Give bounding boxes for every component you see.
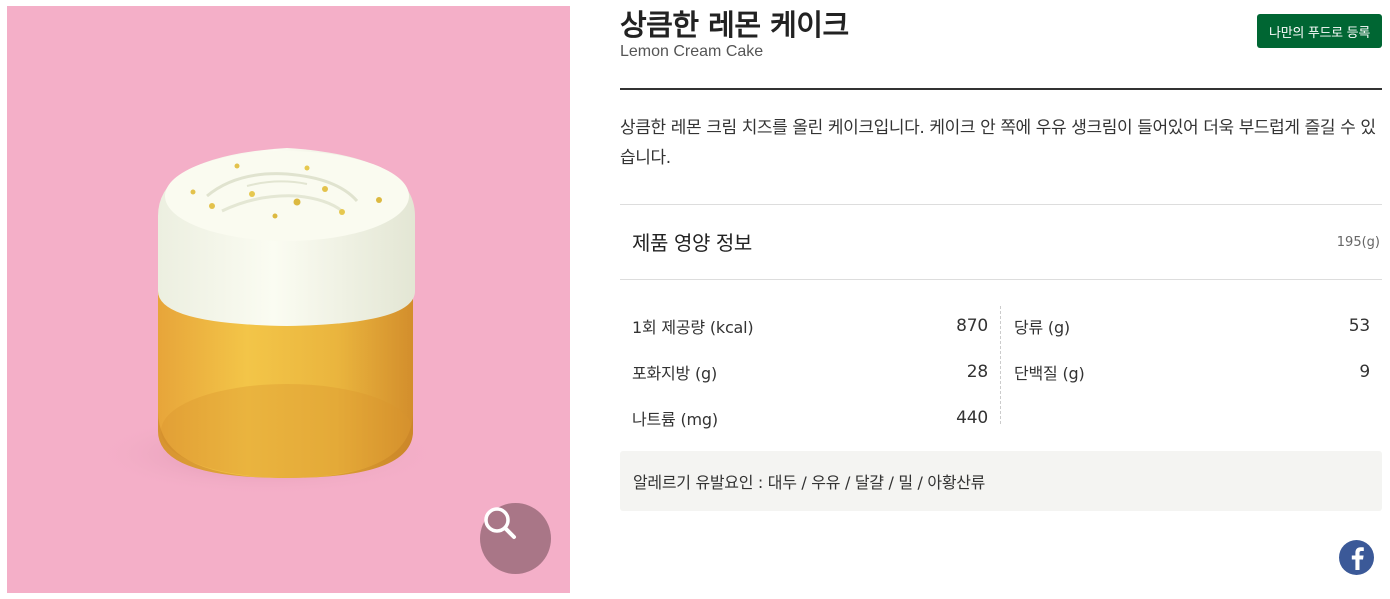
facebook-icon (1351, 546, 1364, 570)
product-title-english: Lemon Cream Cake (620, 43, 764, 60)
nutrition-serving-size: 195(g) (1336, 235, 1380, 250)
nutrition-row-kcal: 1회 제공량 (kcal) 870 (632, 303, 988, 349)
zoom-button[interactable] (480, 503, 551, 574)
title-divider (620, 88, 1382, 90)
register-my-food-button[interactable]: 나만의 푸드로 등록 (1257, 14, 1382, 48)
nutrition-row-sugar: 당류 (g) 53 (1014, 303, 1370, 349)
search-icon (484, 507, 516, 539)
nutrition-value: 28 (966, 362, 988, 382)
product-title: 상큼한 레몬 케이크 (620, 8, 849, 42)
nutrition-column-right: 당류 (g) 53 단백질 (g) 9 (1014, 303, 1370, 395)
facebook-share-button[interactable] (1339, 540, 1374, 575)
nutrition-column-left: 1회 제공량 (kcal) 870 포화지방 (g) 28 나트륨 (mg) 4… (632, 303, 988, 441)
nutrition-value: 440 (956, 408, 988, 428)
nutrition-label: 나트륨 (mg) (632, 410, 718, 429)
nutrition-column-divider (1000, 306, 1001, 424)
product-info: 상큼한 레몬 케이크 Lemon Cream Cake 나만의 푸드로 등록 상… (620, 0, 1382, 599)
nutrition-label: 포화지방 (g) (632, 364, 718, 383)
nutrition-title: 제품 영양 정보 (632, 231, 752, 255)
nutrition-label: 당류 (g) (1014, 318, 1070, 337)
nutrition-top-divider (620, 204, 1382, 205)
nutrition-value: 870 (956, 316, 988, 336)
allergy-info: 알레르기 유발요인 : 대두 / 우유 / 달걀 / 밀 / 아황산류 (620, 451, 1382, 511)
nutrition-row-saturated-fat: 포화지방 (g) 28 (632, 349, 988, 395)
nutrition-row-protein: 단백질 (g) 9 (1014, 349, 1370, 395)
nutrition-label: 단백질 (g) (1014, 364, 1085, 383)
product-description: 상큼한 레몬 크림 치즈를 올린 케이크입니다. 케이크 안 쪽에 우유 생크림… (620, 118, 1376, 168)
product-image (7, 6, 570, 593)
nutrition-label: 1회 제공량 (kcal) (632, 318, 754, 337)
nutrition-row-sodium: 나트륨 (mg) 440 (632, 395, 988, 441)
nutrition-value: 9 (1359, 362, 1370, 382)
nutrition-value: 53 (1348, 316, 1370, 336)
nutrition-header-divider (620, 279, 1382, 280)
